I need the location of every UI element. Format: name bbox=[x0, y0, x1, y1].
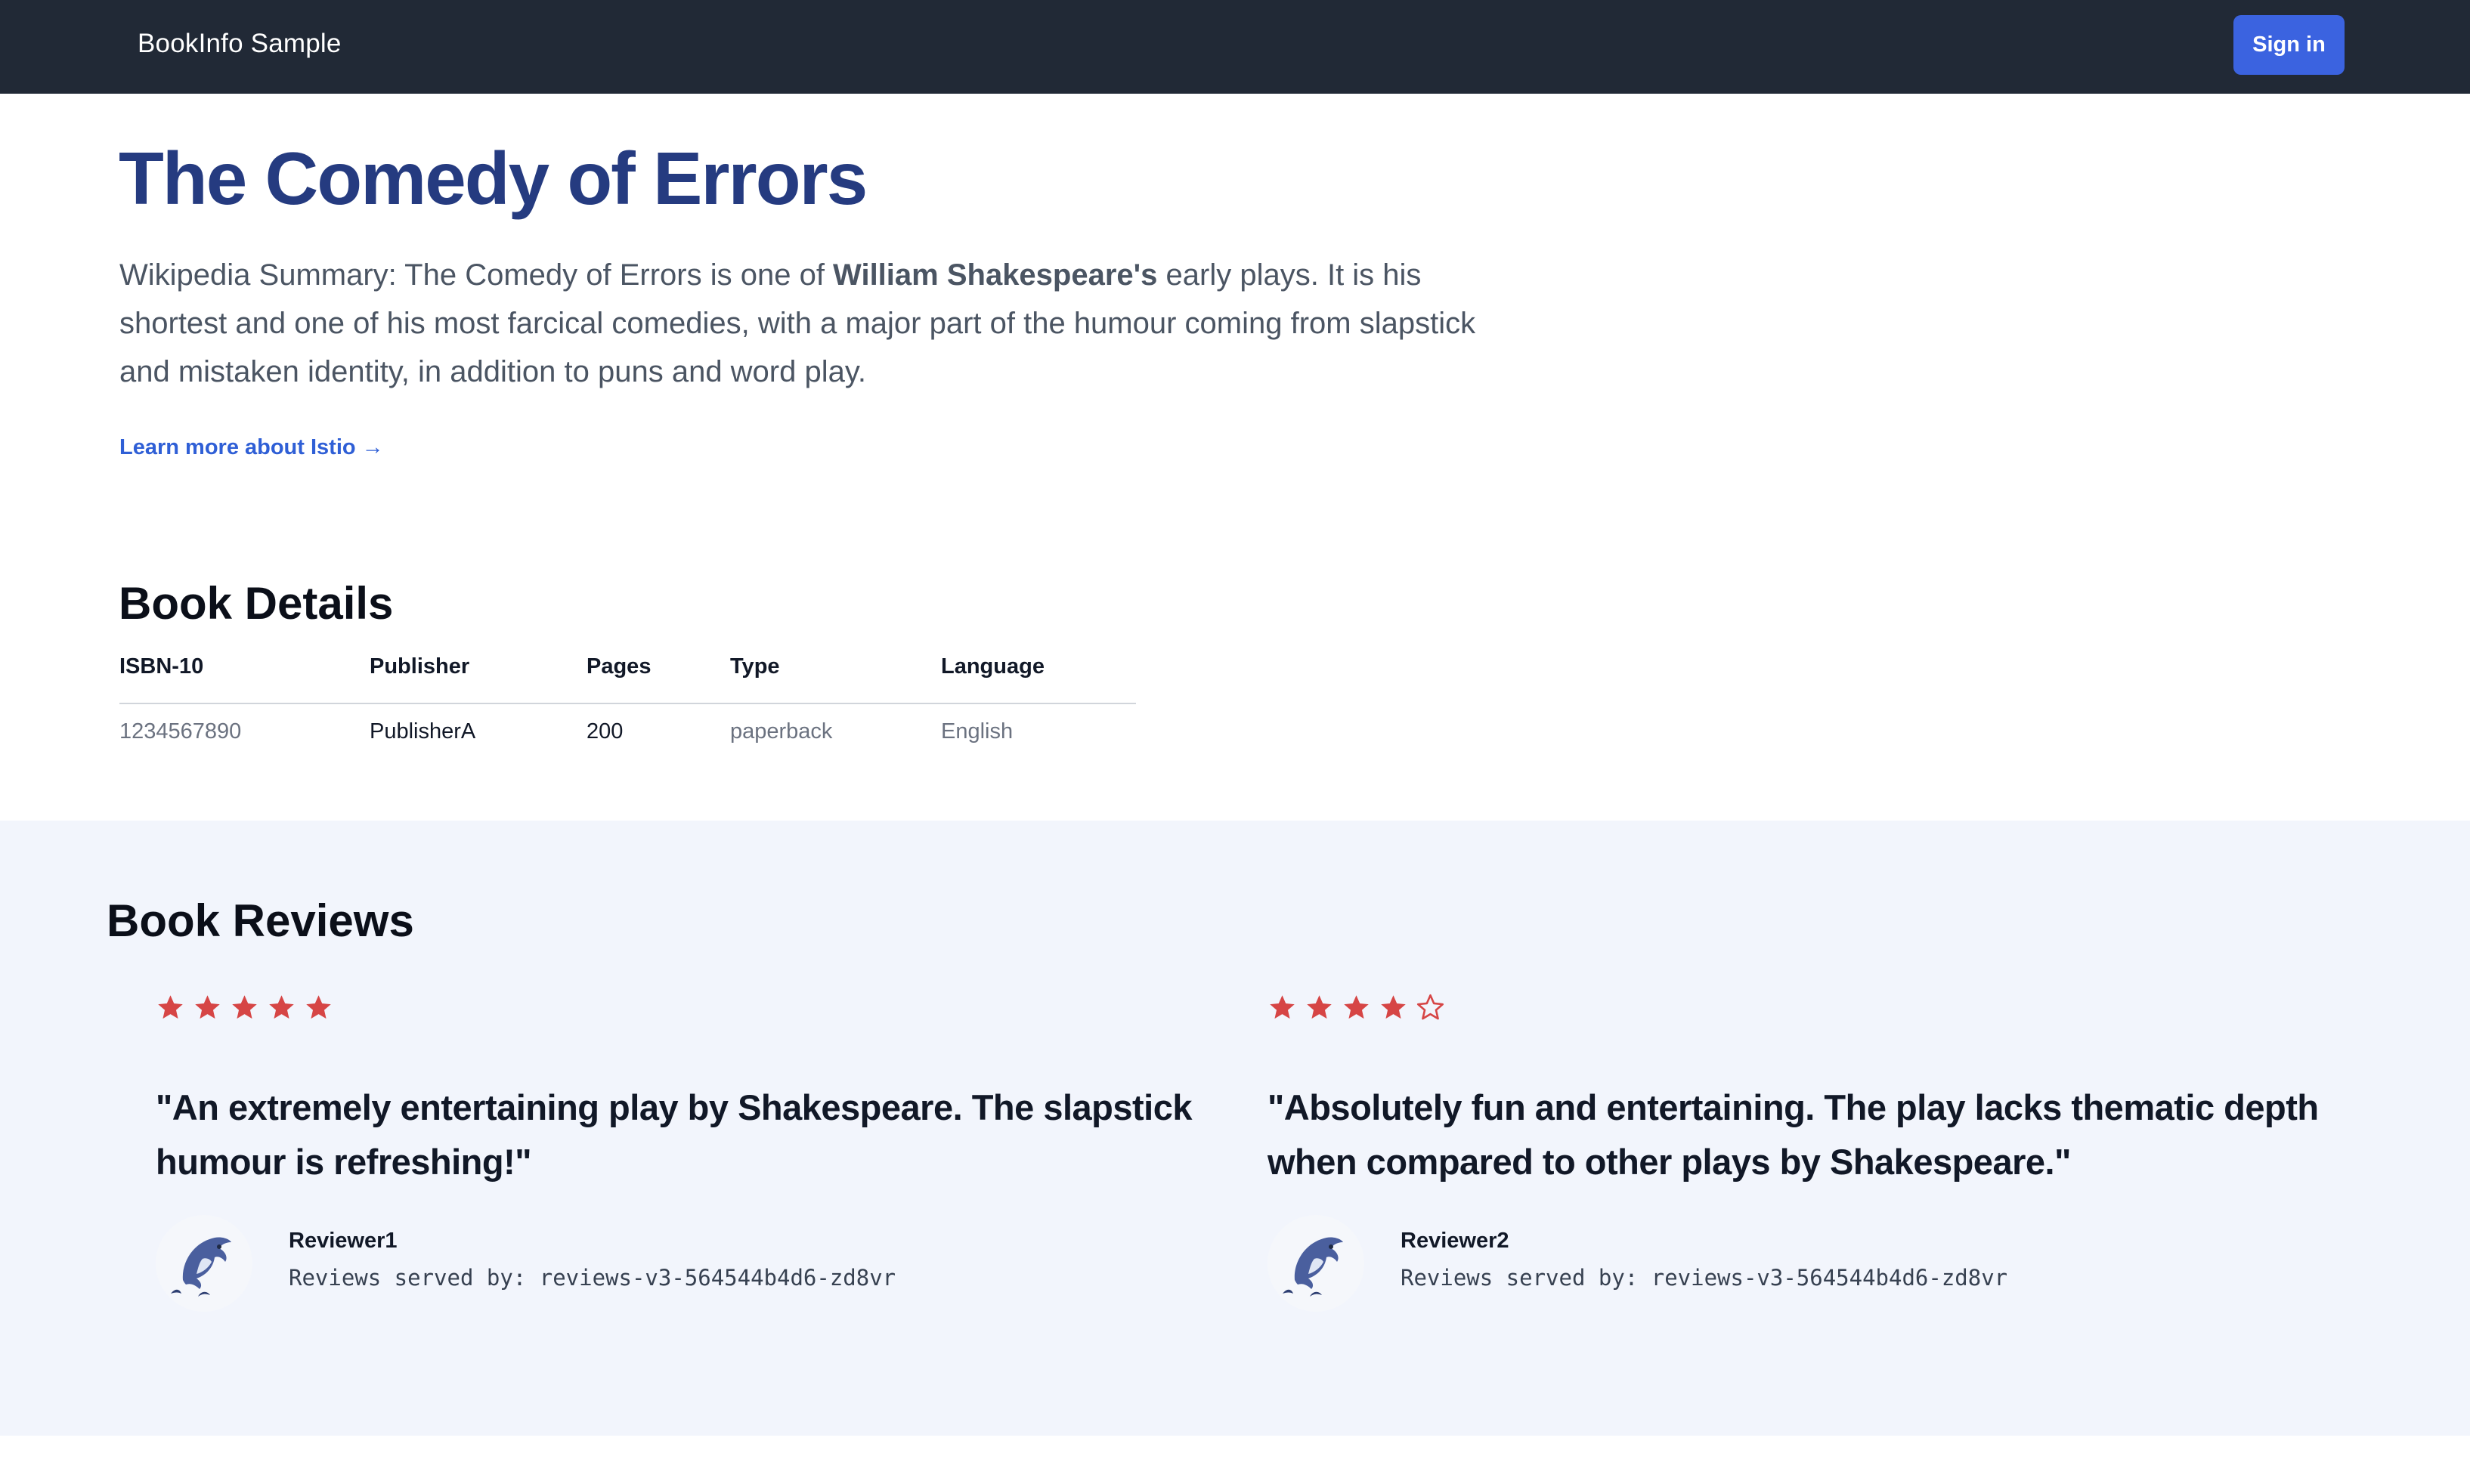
learn-more-link[interactable]: Learn more about Istio → bbox=[119, 435, 384, 460]
top-navbar: BookInfo Sample Sign in bbox=[0, 0, 2470, 94]
star-rating bbox=[1268, 993, 2341, 1026]
reviewer-name: Reviewer1 bbox=[289, 1229, 398, 1253]
review-card: "Absolutely fun and entertaining. The pl… bbox=[1268, 993, 2341, 1313]
book-reviews-section: Book Reviews "An extremely entertaining … bbox=[0, 821, 2470, 1436]
dolphin-icon bbox=[156, 1215, 252, 1312]
review-quote: "Absolutely fun and entertaining. The pl… bbox=[1268, 1087, 2319, 1182]
summary-text-start: Wikipedia Summary: The Comedy of Errors … bbox=[119, 258, 834, 292]
summary-author: William Shakespeare's bbox=[833, 258, 1158, 292]
cell-isbn: 1234567890 bbox=[119, 719, 242, 744]
wikipedia-summary: Wikipedia Summary: The Comedy of Errors … bbox=[119, 251, 1480, 396]
sign-in-button[interactable]: Sign in bbox=[2233, 15, 2345, 75]
book-details-heading: Book Details bbox=[119, 578, 394, 629]
brand-title[interactable]: BookInfo Sample bbox=[138, 29, 342, 59]
star-filled-icon bbox=[304, 993, 333, 1022]
served-by-text: Reviews served by: reviews-v3-564544b4d6… bbox=[1401, 1265, 2008, 1291]
star-filled-icon bbox=[193, 993, 222, 1022]
reviewer-name: Reviewer2 bbox=[1401, 1229, 1509, 1253]
star-filled-icon bbox=[1379, 993, 1408, 1022]
star-filled-icon bbox=[1305, 993, 1334, 1022]
review-quote: "An extremely entertaining play by Shake… bbox=[156, 1087, 1193, 1182]
star-filled-icon bbox=[1268, 993, 1297, 1022]
cell-language: English bbox=[941, 719, 1014, 744]
book-title: The Comedy of Errors bbox=[119, 137, 868, 220]
star-filled-icon bbox=[267, 993, 296, 1022]
book-reviews-heading: Book Reviews bbox=[107, 895, 414, 946]
served-by-text: Reviews served by: reviews-v3-564544b4d6… bbox=[289, 1265, 896, 1291]
star-empty-icon bbox=[1416, 993, 1445, 1022]
dolphin-icon bbox=[1268, 1215, 1364, 1312]
cell-publisher: PublisherA bbox=[370, 719, 476, 744]
reviewer-info: Reviewer2 Reviews served by: reviews-v3-… bbox=[1268, 1215, 2341, 1313]
book-details-table: ISBN-10 Publisher Pages Type Language 12… bbox=[119, 650, 1136, 744]
star-filled-icon bbox=[230, 993, 259, 1022]
cell-type: paperback bbox=[730, 719, 833, 744]
table-row: 1234567890 PublisherA 200 paperback Engl… bbox=[119, 650, 1136, 744]
star-rating bbox=[156, 993, 1229, 1026]
cell-pages: 200 bbox=[587, 719, 624, 744]
reviewer-info: Reviewer1 Reviews served by: reviews-v3-… bbox=[156, 1215, 1229, 1313]
review-card: "An extremely entertaining play by Shake… bbox=[156, 993, 1229, 1313]
star-filled-icon bbox=[1342, 993, 1371, 1022]
star-filled-icon bbox=[156, 993, 185, 1022]
